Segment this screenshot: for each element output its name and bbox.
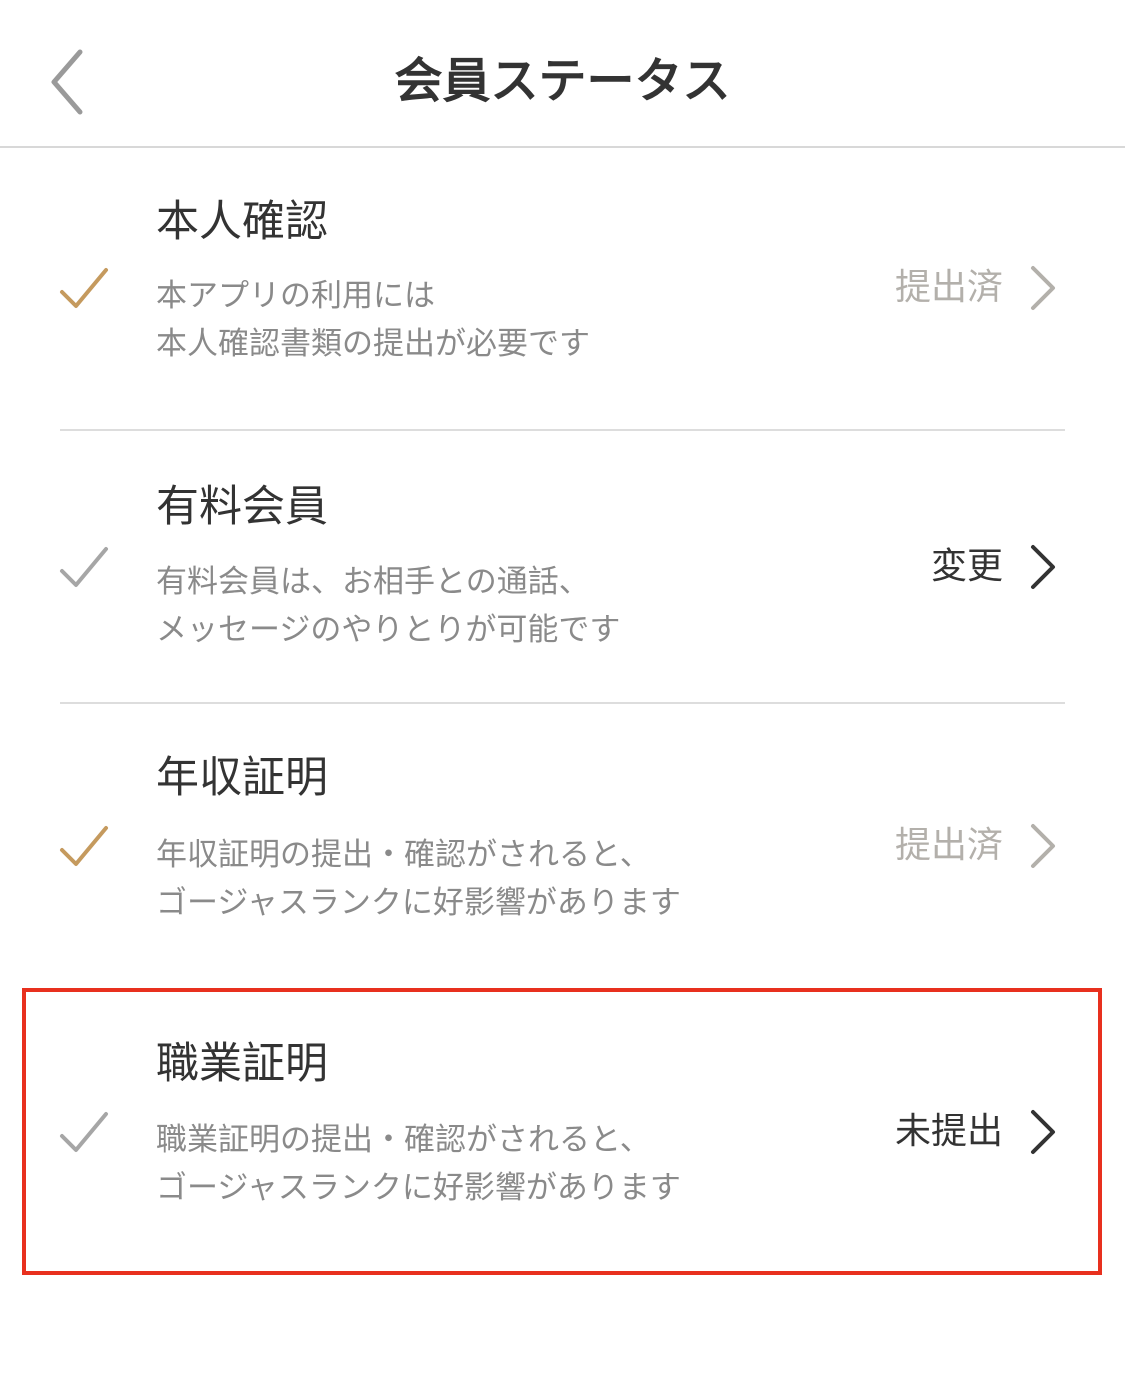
- status-link[interactable]: 提出済: [895, 818, 1057, 874]
- status-row-identity[interactable]: 本人確認 本アプリの利用には 本人確認書類の提出が必要です 提出済: [0, 150, 1125, 430]
- change-link[interactable]: 変更: [931, 539, 1057, 595]
- check-icon: [58, 266, 110, 312]
- row-description: 有料会員は、お相手との通話、 メッセージのやりとりが可能です: [156, 564, 621, 648]
- status-badge: 変更: [930, 546, 1003, 587]
- row-title: 有料会員: [156, 482, 328, 532]
- chevron-right-icon: [1029, 1108, 1057, 1156]
- status-badge: 提出済: [894, 267, 1003, 308]
- chevron-right-icon: [1029, 264, 1057, 312]
- row-title: 職業証明: [156, 1039, 328, 1089]
- status-badge: 未提出: [894, 1111, 1003, 1152]
- page-title: 会員ステータス: [394, 53, 731, 109]
- row-title: 本人確認: [156, 197, 328, 247]
- status-row-income-proof[interactable]: 年収証明 年収証明の提出・確認がされると、 ゴージャスランクに好影響があります …: [0, 704, 1125, 984]
- header: 会員ステータス: [0, 0, 1125, 148]
- chevron-right-icon: [1029, 822, 1057, 870]
- status-row-occupation-proof[interactable]: 職業証明 職業証明の提出・確認がされると、 ゴージャスランクに好影響があります …: [0, 992, 1125, 1272]
- status-badge: 提出済: [894, 825, 1003, 866]
- check-icon: [58, 545, 110, 591]
- row-title: 年収証明: [156, 753, 328, 803]
- chevron-right-icon: [1029, 543, 1057, 591]
- row-description: 本アプリの利用には 本人確認書類の提出が必要です: [156, 278, 590, 362]
- status-link[interactable]: 提出済: [895, 260, 1057, 316]
- check-icon: [58, 1110, 110, 1156]
- submit-link[interactable]: 未提出: [895, 1104, 1057, 1160]
- row-description: 年収証明の提出・確認がされると、 ゴージャスランクに好影響があります: [156, 837, 681, 921]
- status-row-paid-member[interactable]: 有料会員 有料会員は、お相手との通話、 メッセージのやりとりが可能です 変更: [0, 431, 1125, 701]
- check-icon: [58, 824, 110, 870]
- row-description: 職業証明の提出・確認がされると、 ゴージャスランクに好影響があります: [156, 1122, 681, 1206]
